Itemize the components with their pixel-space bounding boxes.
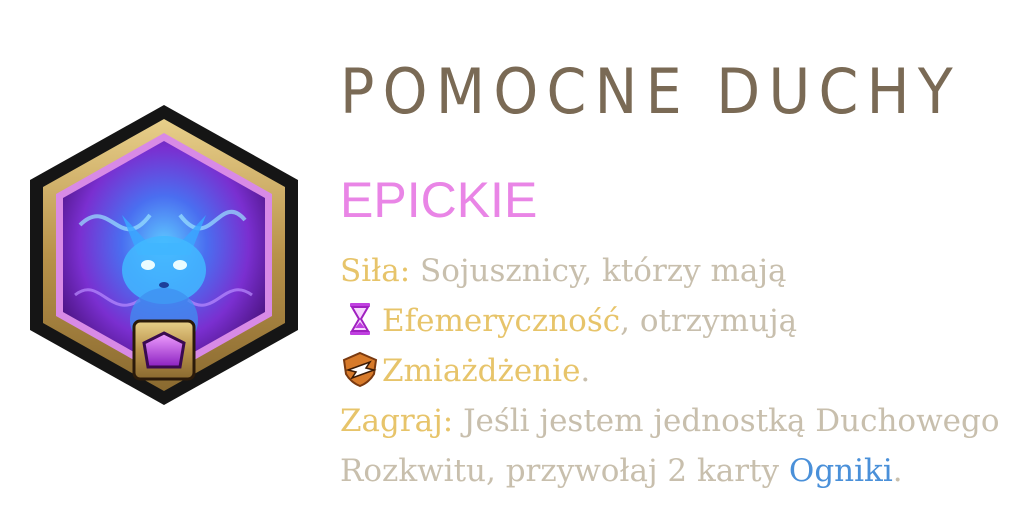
description-line-2: Efemeryczność, otrzymują bbox=[340, 296, 1020, 346]
spirit-fox-hexagon-icon bbox=[30, 105, 298, 405]
card-title: POMOCNE DUCHY bbox=[340, 55, 961, 128]
description-text: . bbox=[580, 353, 591, 389]
description-text: , otrzymują bbox=[620, 303, 798, 339]
description-line-1: Siła: Sojusznicy, którzy mają bbox=[340, 246, 1020, 296]
description-text: Jeśli jestem jednostką Duchowego bbox=[453, 403, 1000, 439]
keyword-ephemeral[interactable]: Efemeryczność bbox=[382, 303, 620, 339]
keyword-separator: : bbox=[399, 253, 411, 289]
keyword-play: Zagraj bbox=[340, 403, 443, 439]
description-line-5: Rozkwitu, przywołaj 2 karty Ogniki. bbox=[340, 446, 1020, 496]
description-text: Rozkwitu, przywołaj 2 karty bbox=[340, 453, 789, 489]
rarity-label: EPICKIE bbox=[340, 172, 538, 228]
description-text: Sojusznicy, którzy mają bbox=[410, 253, 787, 289]
keyword-power: Siła bbox=[340, 253, 400, 289]
description-text: . bbox=[892, 453, 903, 489]
keyword-overwhelm[interactable]: Zmiażdżenie bbox=[382, 353, 580, 389]
keyword-separator: : bbox=[442, 403, 454, 439]
description-line-3: Zmiażdżenie. bbox=[340, 346, 1020, 396]
hourglass-icon bbox=[340, 300, 380, 338]
card-detail: POMOCNE DUCHY EPICKIE Siła: Sojusznicy, … bbox=[0, 0, 1024, 512]
overwhelm-icon bbox=[340, 350, 380, 388]
description-line-4: Zagraj: Jeśli jestem jednostką Duchowego bbox=[340, 396, 1020, 446]
card-description: Siła: Sojusznicy, którzy mają Efemeryczn… bbox=[340, 246, 1020, 496]
card-link-wisps[interactable]: Ogniki bbox=[789, 453, 893, 489]
